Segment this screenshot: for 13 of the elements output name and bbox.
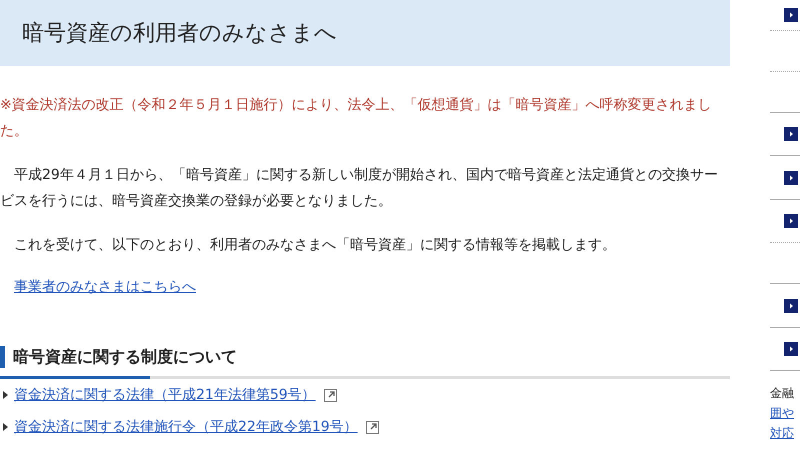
law-link[interactable]: 資金決済に関する法律施行令（平成22年政令第19号） [14,411,358,443]
notice-text: ※資金決済法の改正（令和２年５月１日施行）により、法令上、「仮想通貨」は「暗号資産」へ呼称変更されました。 [0,96,713,141]
bullet-icon [3,391,8,399]
section-heading: 暗号資産に関する制度について [0,346,730,368]
bullet-icon [3,423,8,431]
sidebar-link[interactable]: 対応 [770,423,800,443]
sidebar-text: 金融 [770,385,795,402]
paragraph: 平成29年４月１日から、「暗号資産」に関する新しい制度が開始され、国内で暗号資産と法定通貨との交換サービスを行うには、暗号資産交換業の登録が必要となりました。 [0,166,719,211]
law-link[interactable]: 資金決済に関する法律（平成21年法律第59号） [14,379,316,411]
operator-link[interactable]: 事業者のみなさまはこちらへ [14,279,196,295]
paragraph: これを受けて、以下のとおり、利用者のみなさまへ「暗号資産」に関する情報等を掲載します。 [13,236,617,255]
page-title: 暗号資産の利用者のみなさまへ [22,20,337,48]
sidebar-link[interactable]: 囲や [770,403,800,423]
